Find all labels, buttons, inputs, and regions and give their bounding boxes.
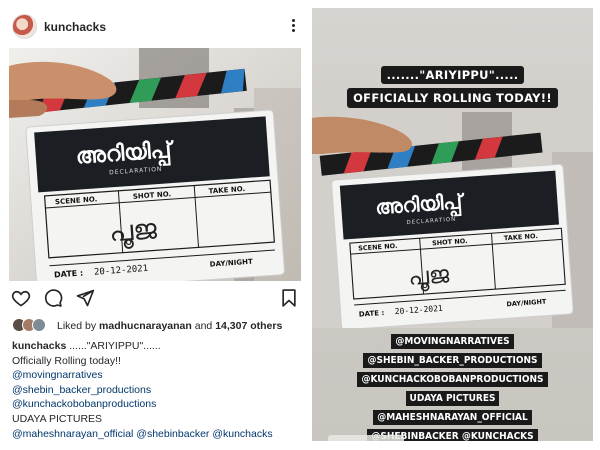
story-title-line1: ......."ARIYIPPU"..... [312,66,593,84]
mention-link[interactable]: @maheshnarayan_official @shebinbacker @k… [12,427,304,442]
caption-first-line: ......"ARIYIPPU"...... [66,340,161,352]
story-mentions: @MOVINGNARRATIVES @SHEBIN_BACKER_PRODUCT… [312,331,593,441]
caption-username[interactable]: kunchacks [12,340,66,352]
mention-link[interactable]: @shebin_backer_productions [12,383,304,398]
story-title-line2: OFFICIALLY ROLLING TODAY!! [312,88,593,108]
username[interactable]: kunchacks [44,20,106,34]
instagram-post: kunchacks അറിയിപ്പ് DECLARATION SCENE NO… [0,0,306,450]
likes-text: Liked by madhucnarayanan and 14,307 othe… [57,320,282,332]
avatar[interactable] [12,14,37,39]
post-header: kunchacks [8,12,300,42]
story-title-text: OFFICIALLY ROLLING TODAY!! [347,88,558,108]
story-mention[interactable]: @MOVINGNARRATIVES [391,334,514,349]
story-handwritten-word: പൂജ [407,260,450,292]
comment-icon[interactable] [43,288,63,308]
likes-row: Liked by madhucnarayanan and 14,307 othe… [12,318,302,334]
story-mention[interactable]: @MAHESHNARAYAN_OFFICIAL [373,410,532,425]
story-mention[interactable]: @SHEBIN_BACKER_PRODUCTIONS [363,353,542,368]
bookmark-icon[interactable] [279,288,299,308]
liker-avatars[interactable] [12,318,52,334]
likes-prefix: Liked by [57,320,100,332]
mention-link[interactable]: @kunchackobobanproductions [12,397,304,412]
caption-line: UDAYA PICTURES [12,412,103,425]
caption-line: Officially Rolling today!! [12,354,121,367]
post-actions [9,288,301,308]
more-vertical-icon[interactable] [290,17,296,35]
story-mention[interactable]: @KUNCHACKOBOBANPRODUCTIONS [357,372,548,387]
caption: kunchacks ......"ARIYIPPU"...... Officia… [12,339,304,441]
story-clapboard-photo: അറിയിപ്പ് DECLARATION SCENE NO. SHOT NO.… [312,112,593,328]
story-mention: UDAYA PICTURES [405,391,500,406]
story-bottom-tag [328,435,404,441]
handwritten-word: പൂജ [108,212,158,250]
heart-icon[interactable] [11,288,31,308]
liker-name[interactable]: madhucnarayanan [99,320,192,332]
send-icon[interactable] [75,288,95,308]
likes-suffix: and [191,320,216,332]
post-photo: അറിയിപ്പ് DECLARATION SCENE NO. SHOT NO.… [9,48,301,281]
story-photo: അറിയിപ്പ് DECLARATION SCENE NO. SHOT NO.… [312,112,593,328]
story-panel: ......."ARIYIPPU"..... OFFICIALLY ROLLIN… [312,8,593,441]
clapboard-photo: അറിയിപ്പ് DECLARATION SCENE NO. SHOT NO.… [9,48,301,281]
likes-count[interactable]: 14,307 others [215,320,282,332]
story-title-text: ......."ARIYIPPU"..... [380,66,525,84]
mention-link[interactable]: @movingnarratives [12,368,304,383]
